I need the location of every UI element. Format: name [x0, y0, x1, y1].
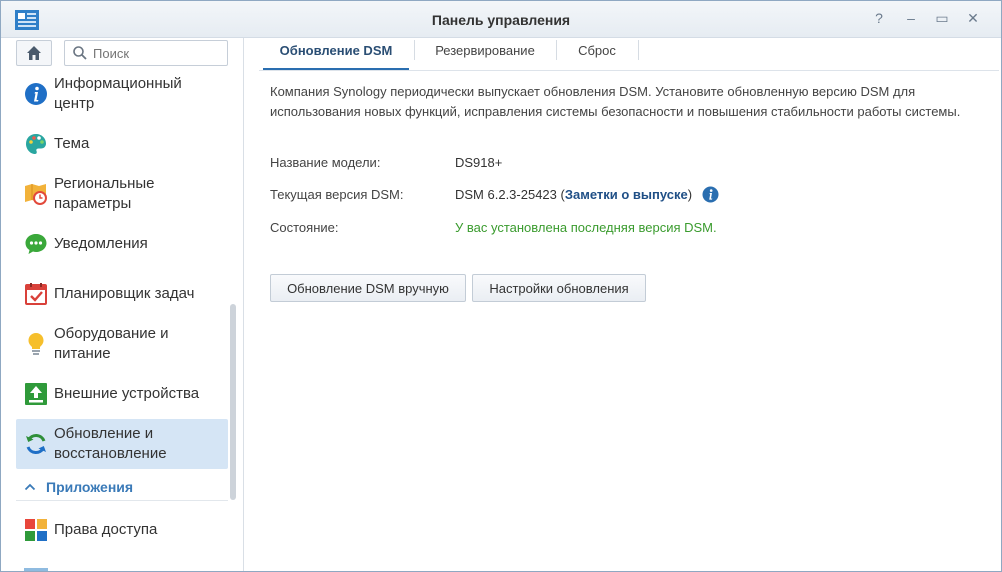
tab-separator — [638, 40, 639, 60]
sidebar-item-label: Обновление и восстановление — [54, 425, 167, 462]
minimize-icon[interactable]: – — [903, 10, 919, 26]
tab-backup[interactable]: Резервирование — [419, 38, 551, 70]
palette-icon — [26, 134, 46, 154]
lightbulb-icon — [28, 333, 44, 355]
sidebar-item-label: Региональные параметры — [54, 175, 155, 212]
sidebar-section-applications[interactable]: Приложения — [16, 478, 228, 501]
status-label: Состояние: — [270, 220, 339, 235]
tab-reset[interactable]: Сброс — [561, 38, 633, 70]
sidebar-item-access-rights[interactable]: Права доступа — [16, 519, 228, 541]
status-value: У вас установлена последняя версия DSM. — [455, 220, 717, 235]
sidebar-item-label: Оборудование и питание — [54, 325, 169, 362]
next-item-icon — [24, 568, 48, 571]
chat-bubble-icon — [25, 234, 47, 254]
sidebar-item-notifications[interactable]: Уведомления — [16, 234, 228, 254]
section-label: Приложения — [46, 479, 134, 495]
search-icon — [73, 46, 87, 60]
sidebar-item-external-devices[interactable]: Внешние устройства — [16, 383, 228, 405]
model-name-label: Название модели: — [270, 155, 381, 170]
search-field[interactable] — [64, 40, 228, 66]
tab-separator — [556, 40, 557, 60]
control-panel-window: Панель управления ? – ▭ ✕ Информац — [0, 0, 1002, 572]
home-icon — [27, 46, 41, 60]
manual-dsm-update-button[interactable]: Обновление DSM вручную — [270, 274, 466, 302]
window-title: Панель управления — [431, 12, 571, 28]
info-icon[interactable] — [702, 186, 719, 203]
refresh-icon — [26, 433, 46, 455]
sidebar-item-label: Внешние устройства — [54, 385, 200, 402]
home-button[interactable] — [16, 40, 52, 66]
sidebar-scrollbar[interactable] — [230, 304, 236, 500]
maximize-icon[interactable]: ▭ — [934, 10, 950, 26]
close-icon[interactable]: ✕ — [965, 10, 981, 26]
tab-bar: Обновление DSM Резервирование Сброс — [259, 38, 999, 71]
release-notes-link[interactable]: Заметки о выпуске — [565, 187, 688, 202]
sidebar-item-regional[interactable]: Региональные параметры — [16, 174, 228, 214]
sidebar: Информационный центр Тема Региональные п… — [1, 38, 244, 571]
update-settings-button[interactable]: Настройки обновления — [472, 274, 646, 302]
sidebar-item-label: Уведомления — [54, 235, 148, 252]
search-input[interactable] — [93, 44, 221, 62]
sidebar-item-label: Планировщик задач — [54, 285, 195, 302]
upload-arrow-icon — [25, 383, 47, 405]
help-icon[interactable]: ? — [871, 10, 887, 26]
sidebar-item-info-center[interactable]: Информационный центр — [16, 74, 228, 114]
sidebar-item-theme[interactable]: Тема — [16, 134, 228, 154]
update-description: Компания Synology периодически выпускает… — [270, 84, 961, 119]
tab-dsm-update[interactable]: Обновление DSM — [263, 38, 409, 70]
regional-clock-icon — [25, 184, 47, 205]
info-icon — [25, 83, 47, 105]
sidebar-item-hardware-power[interactable]: Оборудование и питание — [16, 324, 228, 364]
dsm-version-label: Текущая версия DSM: — [270, 187, 404, 202]
sidebar-item-label: Права доступа — [54, 521, 158, 538]
sidebar-item-label: Информационный центр — [54, 75, 182, 112]
tab-separator — [414, 40, 415, 60]
title-bar[interactable]: Панель управления ? – ▭ ✕ — [1, 1, 1001, 38]
sidebar-item-label: Тема — [54, 135, 90, 152]
main-panel: Обновление DSM Резервирование Сброс Комп… — [244, 38, 1001, 571]
chevron-up-icon — [24, 483, 36, 491]
sidebar-item-task-scheduler[interactable]: Планировщик задач — [16, 283, 228, 305]
dsm-version-suffix: ) — [687, 187, 693, 202]
model-name-value: DS918+ — [455, 155, 503, 170]
sidebar-item-update-restore[interactable]: Обновление и восстановление — [16, 419, 228, 469]
dsm-version-value: DSM 6.2.3-25423 (Заметки о выпуске) — [455, 186, 719, 203]
dsm-version-text: DSM 6.2.3-25423 ( — [455, 187, 565, 202]
app-grid-icon — [25, 519, 47, 541]
calendar-check-icon — [25, 283, 47, 305]
